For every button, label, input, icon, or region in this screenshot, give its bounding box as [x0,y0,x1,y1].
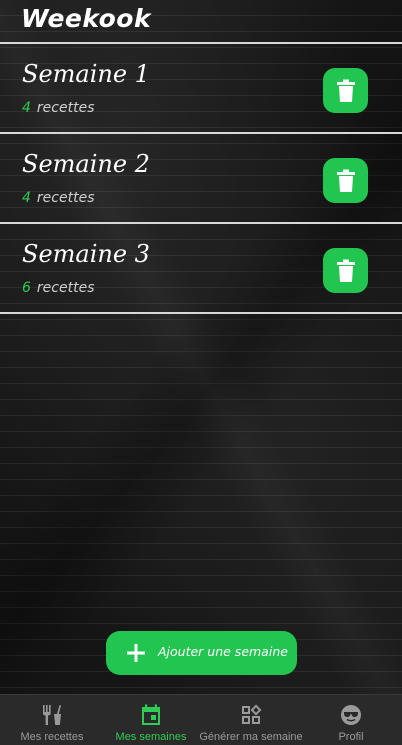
delete-week-button[interactable] [323,248,368,293]
recipe-count-label: recettes [36,100,95,116]
app-title: Weekook [21,4,152,33]
nav-item-generer-ma-semaine[interactable]: Générer ma semaine [199,695,303,745]
app-header: Weekook [0,0,402,44]
bottom-navigation: Mes recettes Mes semaines Générer ma sem… [0,694,402,745]
profile-sunglasses-icon [341,705,361,725]
week-list-item[interactable]: Semaine 1 4 recettes [0,44,402,134]
recipe-count-number: 6 [22,280,31,296]
recipe-count-label: recettes [36,190,95,206]
nav-label: Profil [338,731,364,743]
recipe-count-label: recettes [36,280,95,296]
trash-icon [336,79,355,102]
recipe-count-number: 4 [22,190,31,206]
week-list-item[interactable]: Semaine 3 6 recettes [0,224,402,314]
week-recipe-count: 6 recettes [22,280,95,296]
week-title: Semaine 2 [22,150,150,178]
recipe-count-number: 4 [22,100,31,116]
utensils-icon [43,705,61,725]
plus-icon [127,644,145,662]
week-recipe-count: 4 recettes [22,190,95,206]
week-title: Semaine 3 [22,240,150,268]
trash-icon [336,259,355,282]
widgets-icon [242,704,262,724]
delete-week-button[interactable] [323,68,368,113]
nav-item-mes-recettes[interactable]: Mes recettes [12,695,92,745]
trash-icon [336,169,355,192]
nav-item-mes-semaines[interactable]: Mes semaines [111,695,191,745]
nav-label: Mes recettes [20,731,84,743]
week-title: Semaine 1 [22,60,150,88]
week-recipe-count: 4 recettes [22,100,95,116]
delete-week-button[interactable] [323,158,368,203]
add-week-label: Ajouter une semaine [158,644,288,659]
nav-label: Mes semaines [115,731,187,743]
add-week-button[interactable]: Ajouter une semaine [106,631,297,675]
nav-item-profil[interactable]: Profil [316,695,386,745]
week-list-item[interactable]: Semaine 2 4 recettes [0,134,402,224]
calendar-icon [142,704,160,725]
nav-label: Générer ma semaine [199,731,303,743]
